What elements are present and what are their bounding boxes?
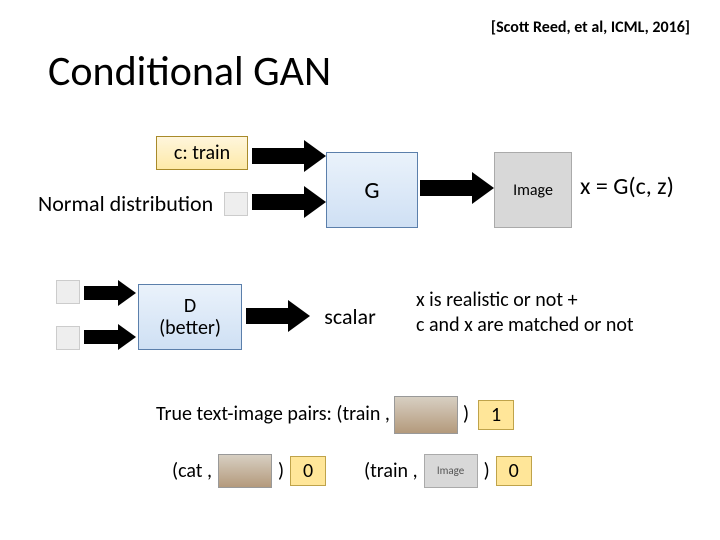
cat-pair-label: (cat , (172, 459, 212, 483)
d-input-thumb-1 (56, 280, 80, 304)
score-true-pair: 1 (478, 400, 514, 430)
desc-line-2: c and x are matched or not (416, 313, 634, 338)
desc-line-1: x is realistic or not + (416, 288, 634, 313)
discriminator-description: x is realistic or not + c and x are matc… (416, 288, 634, 338)
noise-thumb (224, 192, 248, 216)
true-pairs-prefix: True text-image pairs: (train , (156, 402, 390, 426)
citation-text: [Scott Reed, et al, ICML, 2016] (491, 18, 690, 37)
fake-image-thumb: Image (424, 454, 478, 488)
score-cat-pair: 0 (290, 456, 326, 486)
d-input-thumb-2 (56, 326, 80, 350)
condition-box: c: train (156, 136, 248, 170)
generator-box: G (326, 152, 418, 228)
scalar-output: scalar (310, 296, 390, 336)
score-fake-pair: 0 (496, 456, 532, 486)
false-pairs-row: (cat , ) 0 (train , Image ) 0 (172, 454, 532, 488)
d-label: D (184, 295, 196, 317)
close-paren-1: ) (278, 459, 284, 483)
train-pair-label: (train , (364, 459, 418, 483)
normal-distribution-label: Normal distribution (38, 190, 213, 217)
generated-image-box: Image (494, 152, 572, 228)
generator-equation: x = G(c, z) (580, 172, 674, 201)
train-image-thumb (394, 396, 458, 434)
cat-pair-image-thumb (218, 454, 272, 488)
true-pairs-suffix: ) (463, 402, 469, 426)
true-pairs-row: True text-image pairs: (train , ) 1 (156, 396, 514, 434)
d-sublabel: (better) (159, 317, 221, 339)
close-paren-2: ) (484, 459, 490, 483)
discriminator-box: D (better) (138, 284, 242, 350)
slide-title: Conditional GAN (48, 46, 331, 97)
